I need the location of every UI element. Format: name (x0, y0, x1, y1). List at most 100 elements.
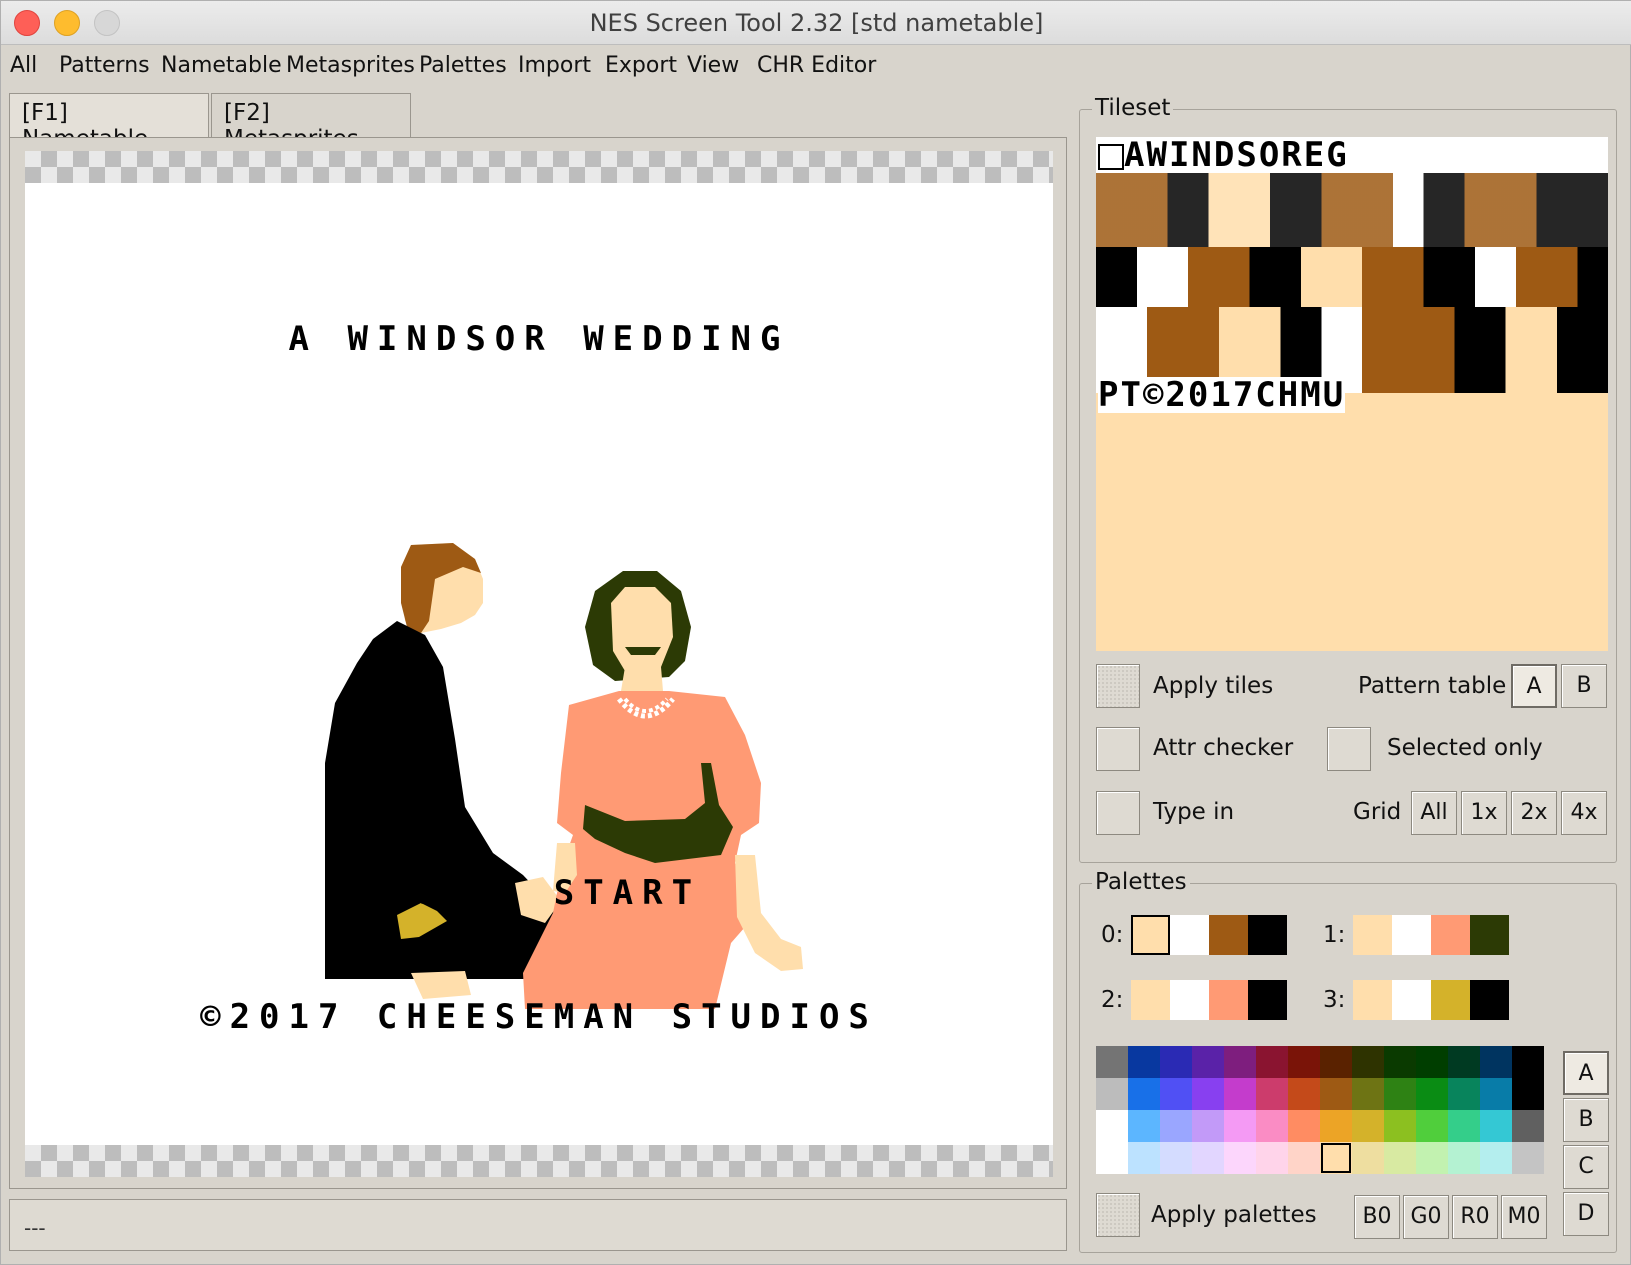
nes-palette-cell[interactable] (1448, 1110, 1480, 1142)
nes-palette-cell[interactable] (1192, 1110, 1224, 1142)
menu-nametable[interactable]: Nametable (161, 53, 282, 78)
nes-palette-cell[interactable] (1320, 1046, 1352, 1078)
g0-button[interactable]: G0 (1403, 1195, 1449, 1239)
grid-2x-button[interactable]: 2x (1511, 791, 1557, 835)
palette-2-color-0[interactable] (1131, 980, 1170, 1020)
pattern-table-a-button[interactable]: A (1511, 664, 1557, 708)
nes-palette-cell[interactable] (1288, 1110, 1320, 1142)
nes-palette-cell[interactable] (1256, 1046, 1288, 1078)
nes-palette-cell[interactable] (1096, 1046, 1128, 1078)
palette-1-color-3[interactable] (1470, 915, 1509, 955)
nes-palette-cell[interactable] (1480, 1046, 1512, 1078)
attr-checker-checkbox[interactable] (1096, 727, 1140, 771)
nes-palette-cell[interactable] (1192, 1046, 1224, 1078)
palette-2-color-2[interactable] (1209, 980, 1248, 1020)
palette-0-color-2[interactable] (1209, 915, 1248, 955)
nes-palette-cell[interactable] (1256, 1110, 1288, 1142)
nes-palette-cell[interactable] (1160, 1046, 1192, 1078)
palette-2-color-1[interactable] (1170, 980, 1209, 1020)
nes-palette-cell[interactable] (1480, 1078, 1512, 1110)
palette-3-color-1[interactable] (1392, 980, 1431, 1020)
nes-palette-cell[interactable] (1320, 1110, 1352, 1142)
tab-metasprites[interactable]: [F2] Metasprites (211, 93, 411, 152)
nes-palette-cell[interactable] (1448, 1142, 1480, 1174)
menu-chr-editor[interactable]: CHR Editor (757, 53, 876, 78)
nes-palette-cell[interactable] (1256, 1078, 1288, 1110)
nes-palette-cell[interactable] (1128, 1110, 1160, 1142)
selected-only-checkbox[interactable] (1327, 727, 1371, 771)
menu-export[interactable]: Export (605, 53, 677, 78)
palette-bank-b-button[interactable]: B (1563, 1098, 1609, 1142)
nes-palette-cell[interactable] (1288, 1046, 1320, 1078)
apply-tiles-checkbox[interactable] (1096, 664, 1140, 708)
nes-palette-cell[interactable] (1448, 1078, 1480, 1110)
palette-1-color-2[interactable] (1431, 915, 1470, 955)
nes-palette-cell[interactable] (1288, 1142, 1320, 1174)
nes-palette-cell[interactable] (1416, 1078, 1448, 1110)
nametable-canvas[interactable]: A WINDSOR WEDDING PRESS START ©2017 CHEE… (25, 151, 1053, 1177)
pattern-table-b-button[interactable]: B (1561, 664, 1607, 708)
apply-palettes-checkbox[interactable] (1096, 1193, 1140, 1237)
tileset-canvas[interactable]: AWINDSOREG PT©2017CHMU (1096, 137, 1608, 651)
nes-palette-cell[interactable] (1512, 1110, 1544, 1142)
nes-palette-cell[interactable] (1512, 1046, 1544, 1078)
menu-patterns[interactable]: Patterns (59, 53, 150, 78)
type-in-checkbox[interactable] (1096, 791, 1140, 835)
nes-palette-cell[interactable] (1512, 1142, 1544, 1174)
nes-palette-cell[interactable] (1480, 1110, 1512, 1142)
nes-palette-cell[interactable] (1160, 1142, 1192, 1174)
nes-palette-cell[interactable] (1288, 1078, 1320, 1110)
nes-palette-cell[interactable] (1384, 1078, 1416, 1110)
nes-palette-cell[interactable] (1192, 1078, 1224, 1110)
nes-palette-cell[interactable] (1128, 1078, 1160, 1110)
nes-palette-cell[interactable] (1384, 1110, 1416, 1142)
nes-palette-cell[interactable] (1096, 1142, 1128, 1174)
grid-4x-button[interactable]: 4x (1561, 791, 1607, 835)
nes-palette-cell[interactable] (1480, 1142, 1512, 1174)
palette-3-color-2[interactable] (1431, 980, 1470, 1020)
nes-palette-cell[interactable] (1128, 1046, 1160, 1078)
nes-palette-cell[interactable] (1512, 1078, 1544, 1110)
palette-1-color-1[interactable] (1392, 915, 1431, 955)
palette-2-color-3[interactable] (1248, 980, 1287, 1020)
nes-master-palette-grid[interactable] (1096, 1046, 1544, 1174)
palette-bank-d-button[interactable]: D (1563, 1192, 1609, 1236)
nes-palette-cell[interactable] (1320, 1142, 1352, 1174)
nes-palette-cell[interactable] (1224, 1046, 1256, 1078)
menu-import[interactable]: Import (518, 53, 591, 78)
nes-palette-cell[interactable] (1384, 1046, 1416, 1078)
nes-palette-cell[interactable] (1416, 1142, 1448, 1174)
menu-all[interactable]: All (10, 53, 37, 78)
nes-palette-cell[interactable] (1160, 1078, 1192, 1110)
nes-palette-cell[interactable] (1352, 1110, 1384, 1142)
nes-palette-cell[interactable] (1416, 1110, 1448, 1142)
tab-nametable[interactable]: [F1] Nametable (9, 93, 209, 152)
m0-button[interactable]: M0 (1501, 1195, 1547, 1239)
palette-bank-a-button[interactable]: A (1563, 1051, 1609, 1095)
palette-1-color-0[interactable] (1353, 915, 1392, 955)
nes-palette-cell[interactable] (1224, 1142, 1256, 1174)
menu-metasprites[interactable]: Metasprites (286, 53, 415, 78)
nes-palette-cell[interactable] (1192, 1142, 1224, 1174)
nes-palette-cell[interactable] (1448, 1046, 1480, 1078)
b0-button[interactable]: B0 (1354, 1195, 1400, 1239)
nes-palette-cell[interactable] (1416, 1046, 1448, 1078)
nes-palette-cell[interactable] (1160, 1110, 1192, 1142)
nes-palette-cell[interactable] (1320, 1078, 1352, 1110)
nes-palette-cell[interactable] (1096, 1078, 1128, 1110)
palette-bank-c-button[interactable]: C (1563, 1145, 1609, 1189)
palette-3-color-3[interactable] (1470, 980, 1509, 1020)
menu-palettes[interactable]: Palettes (419, 53, 507, 78)
nes-palette-cell[interactable] (1224, 1078, 1256, 1110)
palette-0-color-0[interactable] (1131, 915, 1170, 955)
palette-0-color-1[interactable] (1170, 915, 1209, 955)
palette-3-color-0[interactable] (1353, 980, 1392, 1020)
nes-palette-cell[interactable] (1096, 1110, 1128, 1142)
nes-palette-cell[interactable] (1352, 1046, 1384, 1078)
menu-view[interactable]: View (687, 53, 739, 78)
nes-palette-cell[interactable] (1224, 1110, 1256, 1142)
grid-all-button[interactable]: All (1411, 791, 1457, 835)
palette-0-color-3[interactable] (1248, 915, 1287, 955)
nes-palette-cell[interactable] (1256, 1142, 1288, 1174)
nes-palette-cell[interactable] (1384, 1142, 1416, 1174)
